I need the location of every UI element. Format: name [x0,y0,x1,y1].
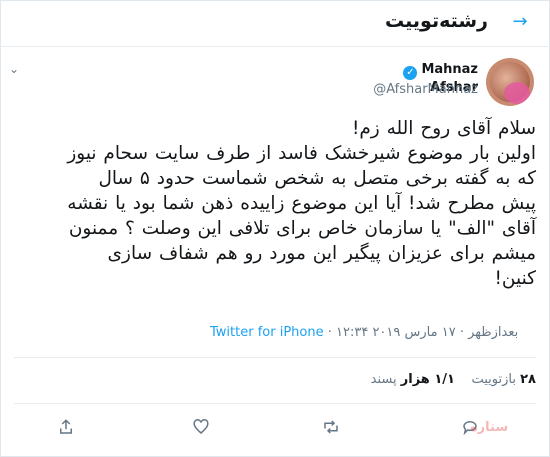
tweet-line: آقای "الف" یا سازمان خاص برای تلافی این … [68,218,536,239]
meta-separator: · [323,325,336,340]
tweet-line: که به گفته برخی متصل به شخص شماست حدود ۵… [98,168,536,189]
like-heart-icon[interactable] [189,418,213,440]
likes-label: پسند [370,372,397,387]
retweets-count: ۲۸ [520,372,536,387]
author-handle[interactable]: @AfsharMahnaz [360,82,478,97]
tweet-line: پیش مطرح شد! آیا این موضوع زاییده ذهن شم… [67,193,536,214]
tweet-line: میشم برای عزیزان پیگیر این مورد رو هم شف… [107,243,536,264]
retweets-stat[interactable]: ۲۸ بازتوییت [471,372,536,387]
tweet-text: سلام آقای روح الله زم! اولین بار موضوع ش… [14,116,536,291]
share-icon[interactable] [54,418,78,440]
tweet-source-link[interactable]: Twitter for iPhone [210,325,324,340]
tweet-meta: Twitter for iPhone · ۱۲:۳۴ بعدازظهر · ۱۷… [210,325,536,340]
retweets-label: بازتوییت [471,372,516,387]
divider [14,403,536,404]
tweet-line: اولین بار موضوع شیرخشک فاسد از طرف سایت … [67,143,536,164]
retweet-icon[interactable] [319,418,343,440]
back-arrow-icon[interactable]: → [510,12,530,32]
likes-count: ۱/۱ هزار [400,372,455,387]
tweet-line: سلام آقای روح الله زم! [351,118,536,139]
divider [14,357,536,358]
likes-stat[interactable]: ۱/۱ هزار پسند [371,372,455,387]
watermark-logo: ستاره [470,420,509,435]
tweet-line: کنین! [494,268,536,289]
top-bar: → رشته‌توییت [0,0,548,47]
verified-badge-icon: ✓ [403,66,418,80]
tweet-timestamp[interactable]: ۱۲:۳۴ بعدازظهر · ۱۷ مارس ۲۰۱۹ [336,325,518,340]
page-title: رشته‌توییت [385,10,488,32]
chevron-down-icon[interactable]: ⌄ [6,62,22,76]
avatar-child [504,82,530,104]
avatar[interactable] [486,58,534,106]
tweet-stats: ۲۸ بازتوییت ۱/۱ هزار پسند [330,372,536,387]
